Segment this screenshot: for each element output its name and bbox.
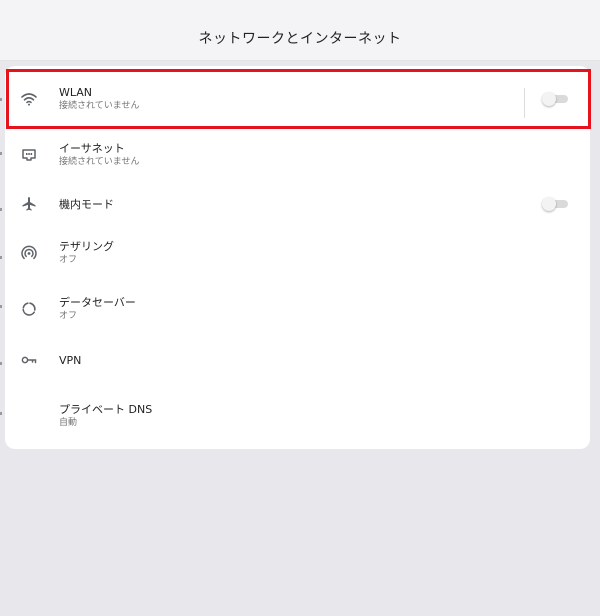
wlan-title: WLAN xyxy=(59,86,93,99)
airplane-mode-row[interactable]: 機内モード xyxy=(5,176,590,232)
tethering-subtitle: オフ xyxy=(59,255,78,265)
ethernet-icon xyxy=(19,145,39,165)
ethernet-title: イーサネット xyxy=(59,142,125,155)
wlan-toggle[interactable] xyxy=(542,92,568,106)
vpn-title: VPN xyxy=(59,353,82,367)
tethering-row[interactable]: テザリング オフ xyxy=(5,225,590,281)
tethering-title: テザリング xyxy=(59,240,114,253)
wifi-icon xyxy=(19,89,39,109)
private-dns-row[interactable]: プライベート DNS 自動 xyxy=(5,388,590,444)
vpn-key-icon xyxy=(19,350,39,370)
page-title: ネットワークとインターネット xyxy=(198,31,402,47)
airplane-mode-title: 機内モード xyxy=(59,197,114,211)
data-saver-icon xyxy=(19,299,39,319)
wlan-subtitle: 接続されていません xyxy=(59,101,140,111)
app-header: ネットワークとインターネット xyxy=(0,16,600,61)
toggle-knob xyxy=(542,197,556,211)
airplane-mode-toggle[interactable] xyxy=(542,197,568,211)
data-saver-title: データセーバー xyxy=(59,296,136,309)
vertical-divider xyxy=(524,88,525,118)
data-saver-row[interactable]: データセーバー オフ xyxy=(5,281,590,337)
toggle-knob xyxy=(542,92,556,106)
wlan-row[interactable]: WLAN 接続されていません xyxy=(5,71,590,127)
airplane-icon xyxy=(19,194,39,214)
data-saver-subtitle: オフ xyxy=(59,311,78,321)
settings-card: WLAN 接続されていません イーサネット 接続されていません 機内モード テザ… xyxy=(5,66,590,449)
top-band xyxy=(0,0,600,16)
private-dns-subtitle: 自動 xyxy=(59,418,78,428)
ethernet-row[interactable]: イーサネット 接続されていません xyxy=(5,127,590,183)
ethernet-subtitle: 接続されていません xyxy=(59,157,140,167)
hotspot-icon xyxy=(19,243,39,263)
private-dns-title: プライベート DNS xyxy=(59,403,153,416)
vpn-row[interactable]: VPN xyxy=(5,332,590,388)
